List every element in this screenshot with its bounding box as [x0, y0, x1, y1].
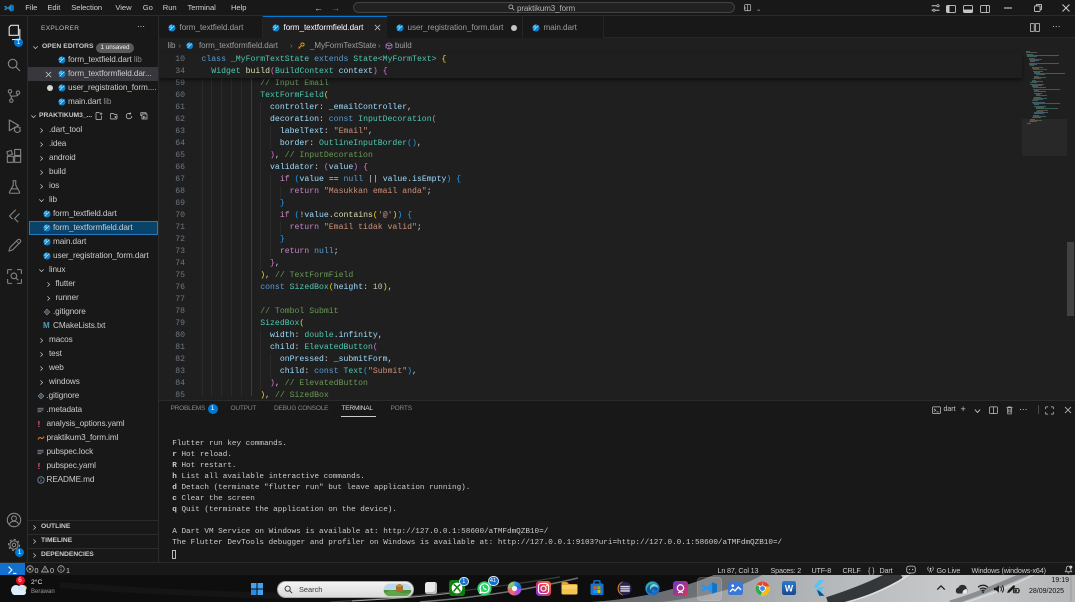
- svg-text:W: W: [785, 583, 794, 593]
